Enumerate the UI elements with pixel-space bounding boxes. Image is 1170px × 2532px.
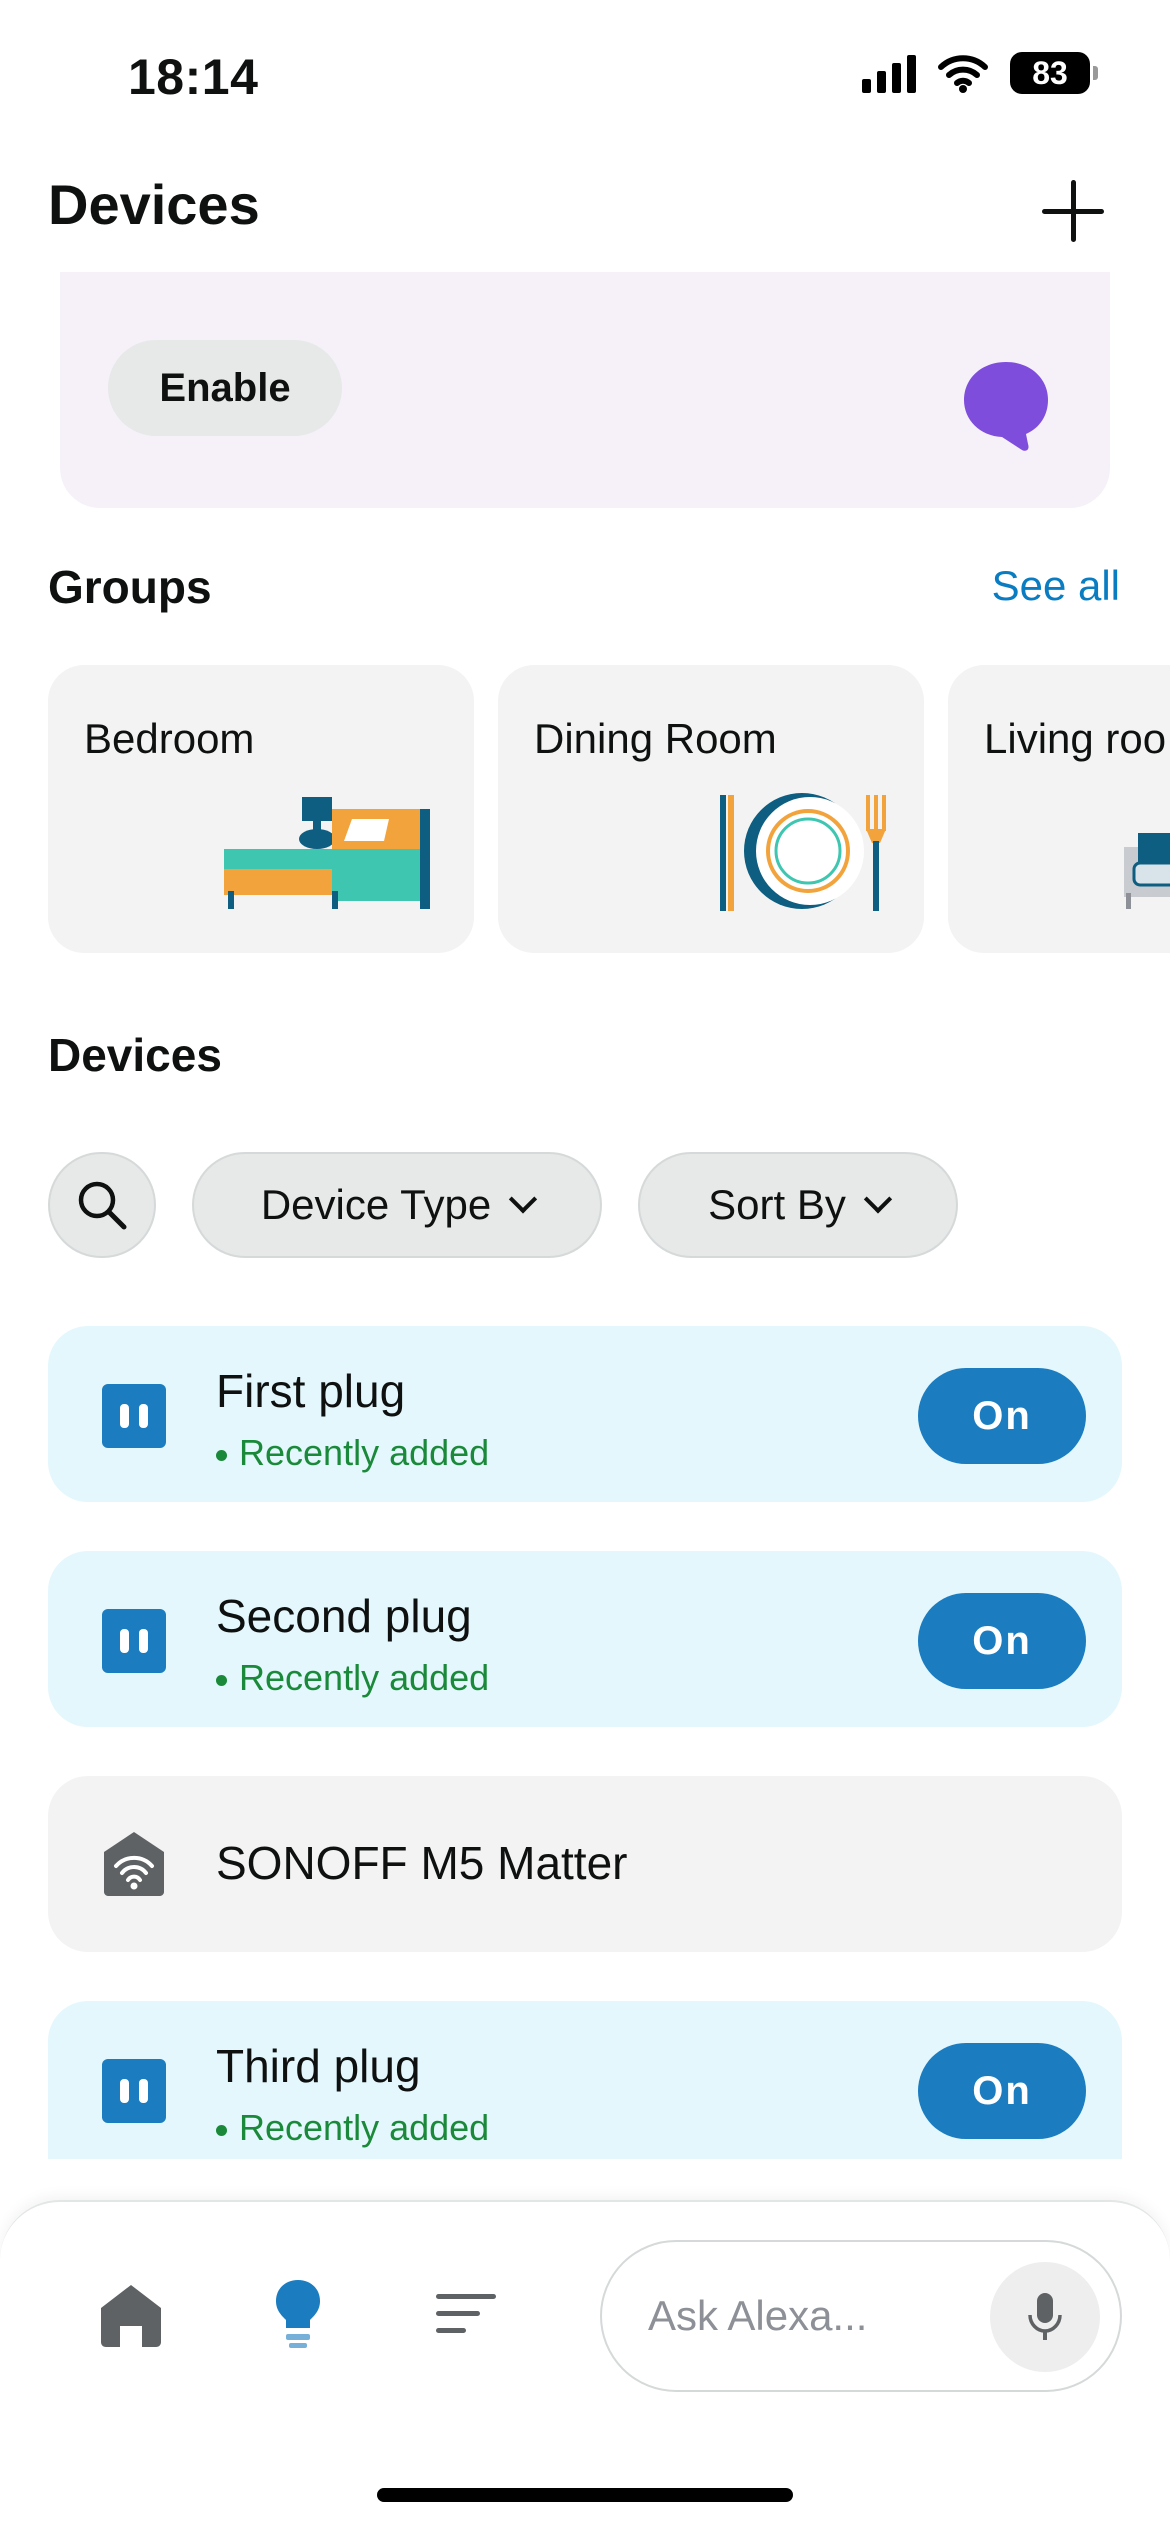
status-time: 18:14 — [128, 49, 259, 105]
device-card-first-plug[interactable]: First plug Recently added On — [48, 1326, 1122, 1502]
device-name: First plug — [216, 1365, 406, 1417]
home-icon[interactable] — [98, 2282, 164, 2348]
ask-alexa-input[interactable]: Ask Alexa... — [600, 2240, 1122, 2392]
group-label: Living roo — [984, 715, 1167, 762]
search-button[interactable] — [48, 1152, 156, 1258]
search-icon — [78, 1181, 127, 1230]
microphone-button[interactable] — [990, 2262, 1100, 2372]
see-all-link[interactable]: See all — [992, 562, 1120, 610]
on-button[interactable]: On — [918, 1368, 1086, 1464]
more-menu-icon[interactable] — [436, 2290, 498, 2338]
plug-icon — [102, 1384, 166, 1448]
home-indicator — [377, 2488, 793, 2502]
device-status: Recently added — [216, 1432, 489, 1474]
group-card-dining-room[interactable]: Dining Room — [498, 665, 924, 953]
device-type-filter[interactable]: Device Type — [192, 1152, 602, 1258]
chevron-down-icon — [863, 1185, 893, 1214]
bottom-nav: Ask Alexa... — [0, 2200, 1170, 2532]
status-icons: 83 — [862, 52, 1098, 94]
sort-by-label: Sort By — [708, 1181, 846, 1228]
device-status: Recently added — [216, 2107, 489, 2149]
microphone-icon — [1028, 2293, 1062, 2340]
page-title: Devices — [48, 173, 260, 236]
on-button[interactable]: On — [918, 2043, 1086, 2139]
ask-alexa-placeholder: Ask Alexa... — [648, 2292, 868, 2339]
device-status: Recently added — [216, 1657, 489, 1699]
battery-indicator: 83 — [1010, 52, 1098, 94]
promo-banner: Enable — [60, 272, 1110, 508]
devices-bulb-icon[interactable] — [274, 2278, 322, 2350]
chevron-down-icon — [509, 1185, 538, 1214]
plus-icon[interactable] — [1040, 178, 1106, 244]
device-name: Second plug — [216, 1590, 472, 1642]
enable-button[interactable]: Enable — [108, 340, 342, 436]
wifi-hub-icon — [104, 1832, 164, 1896]
device-type-label: Device Type — [260, 1181, 492, 1228]
device-card-sonoff[interactable]: SONOFF M5 Matter — [48, 1776, 1122, 1952]
alexa-speech-bubble-icon — [964, 362, 1048, 451]
group-label: Bedroom — [84, 715, 255, 762]
device-name: SONOFF M5 Matter — [216, 1837, 628, 1889]
sort-by-filter[interactable]: Sort By — [638, 1152, 958, 1258]
group-label: Dining Room — [534, 715, 777, 762]
groups-carousel[interactable]: Bedroom Dining Room Living roo — [48, 665, 1170, 955]
plug-icon — [102, 1609, 166, 1673]
device-name: Third plug — [216, 2040, 421, 2092]
plate-cutlery-icon — [720, 793, 886, 911]
device-card-second-plug[interactable]: Second plug Recently added On — [48, 1551, 1122, 1727]
sofa-icon — [1124, 833, 1170, 909]
filter-row: Device Type Sort By — [48, 1152, 1128, 1258]
wifi-icon — [938, 55, 988, 93]
cellular-signal-icon — [862, 53, 916, 93]
device-card-third-plug[interactable]: Third plug Recently added On — [48, 2001, 1122, 2159]
bed-icon — [224, 797, 430, 909]
on-button[interactable]: On — [918, 1593, 1086, 1689]
group-card-bedroom[interactable]: Bedroom — [48, 665, 474, 953]
group-card-living-room[interactable]: Living roo — [948, 665, 1170, 953]
status-bar: 18:14 83 — [0, 0, 1170, 150]
plug-icon — [102, 2059, 166, 2123]
devices-title: Devices — [48, 1029, 222, 1081]
groups-title: Groups — [48, 561, 212, 613]
